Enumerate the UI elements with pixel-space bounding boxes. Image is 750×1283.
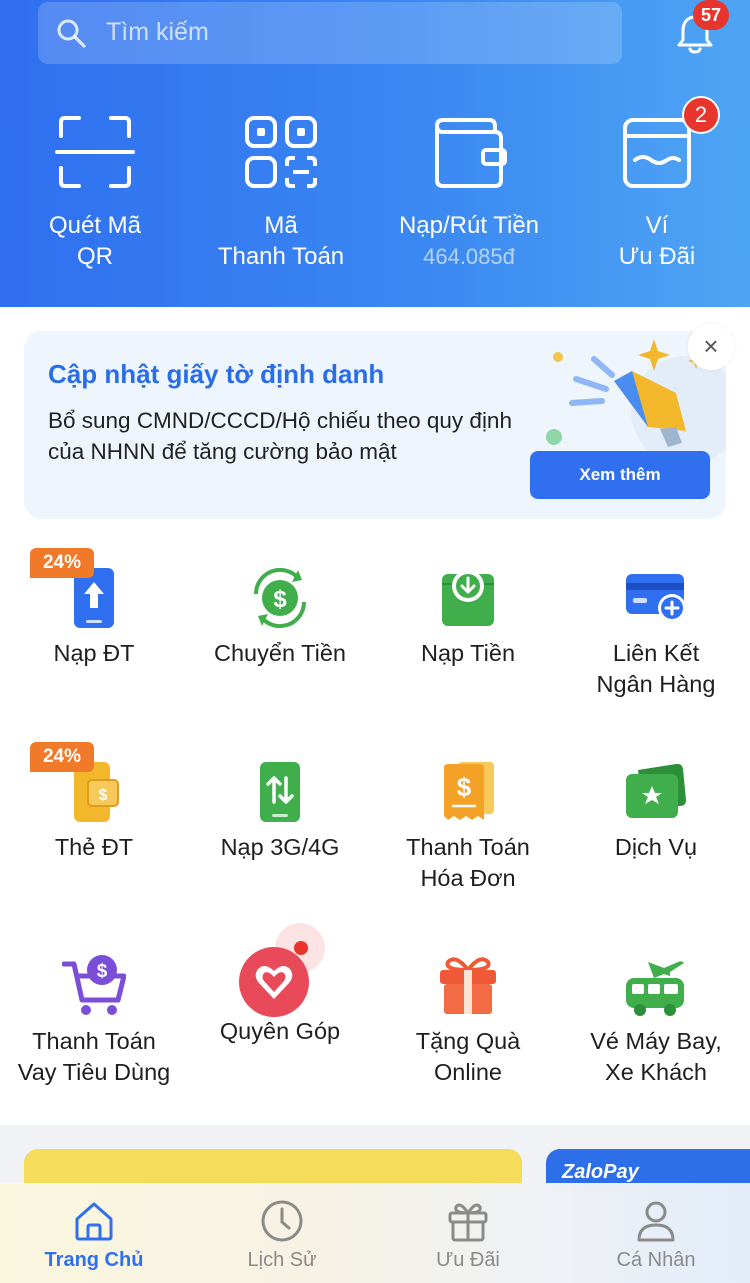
close-icon[interactable]: × — [688, 324, 734, 370]
service-bank-link[interactable]: Liên Kết Ngân Hàng — [562, 566, 750, 700]
tab-label: Trang Chủ — [44, 1249, 144, 1271]
qa-label: Quét Mã — [48, 212, 142, 239]
see-more-button[interactable]: Xem thêm — [530, 451, 710, 499]
home-screen: Tìm kiếm 57 Quét Mã QR Mã Thanh Toán Nạp… — [0, 0, 750, 1283]
donation-heart-icon — [239, 923, 325, 1017]
service-sublabel: Online — [434, 1059, 502, 1085]
gift-icon — [440, 957, 496, 1014]
bottom-nav: Trang Chủ Lịch Sử Ưu Đãi Cá Nhân — [0, 1183, 750, 1283]
service-label: Thanh Toán — [32, 1028, 156, 1054]
service-data-topup[interactable]: Nạp 3G/4G — [186, 760, 374, 863]
tab-profile[interactable]: Cá Nhân — [562, 1199, 750, 1272]
service-label: Vé Máy Bay, — [590, 1028, 722, 1054]
user-icon — [637, 1201, 675, 1242]
service-label: Chuyển Tiền — [214, 640, 346, 666]
bus-plane-icon — [626, 961, 684, 1016]
service-label: Quyên Góp — [219, 1018, 341, 1044]
bill-icon: $ — [444, 762, 494, 820]
service-sublabel: Vay Tiêu Dùng — [17, 1059, 171, 1085]
service-label: Thanh Toán — [406, 834, 530, 860]
payment-code-icon — [245, 116, 317, 188]
qr-scan-icon — [55, 116, 135, 188]
service-bill-payment[interactable]: $ Thanh Toán Hóa Đơn — [374, 760, 562, 894]
data-topup-icon — [260, 762, 300, 822]
deposit-icon — [442, 570, 494, 626]
service-sublabel: Xe Khách — [605, 1059, 707, 1085]
zalopay-logo: ZaloPay — [562, 1161, 639, 1183]
discount-tag: 24% — [30, 548, 94, 578]
wallet-icon — [435, 118, 507, 188]
service-phone-topup[interactable]: Nạp ĐT — [0, 566, 188, 669]
gift-icon — [448, 1203, 488, 1242]
tab-home[interactable]: Trang Chủ — [0, 1199, 188, 1272]
discount-tag: 24% — [30, 742, 94, 772]
svg-text:$: $ — [97, 961, 108, 982]
service-phone-card[interactable]: $ Thẻ ĐT — [0, 760, 188, 863]
voucher-badge: 2 — [682, 96, 720, 134]
service-money-transfer[interactable]: $ Chuyển Tiền — [186, 566, 374, 669]
loan-cart-icon: $ — [62, 955, 126, 1015]
header: Tìm kiếm 57 Quét Mã QR Mã Thanh Toán Nạp… — [0, 0, 750, 307]
home-icon — [75, 1202, 113, 1241]
service-label: Dịch Vụ — [614, 834, 698, 860]
banner-title: Cập nhật giấy tờ định danh — [48, 359, 385, 389]
bank-link-icon — [626, 574, 686, 622]
clock-icon — [261, 1200, 303, 1242]
search-icon — [57, 19, 86, 48]
qa-label: Nạp/Rút Tiền — [398, 212, 540, 239]
service-label: Nạp 3G/4G — [220, 834, 340, 860]
banner-description: Bổ sung CMND/CCCD/Hộ chiếu theo quy định… — [48, 408, 512, 464]
service-label: Nạp Tiền — [420, 640, 516, 666]
qa-sublabel: QR — [77, 243, 113, 270]
svg-text:$: $ — [457, 772, 472, 802]
service-deposit[interactable]: Nạp Tiền — [374, 566, 562, 669]
tab-label: Cá Nhân — [616, 1249, 696, 1271]
services-icon — [626, 763, 686, 818]
service-label: Tặng Quà — [415, 1028, 521, 1054]
notification-badge: 57 — [693, 0, 729, 30]
id-update-banner[interactable]: Cập nhật giấy tờ định danh Bổ sung CMND/… — [24, 331, 726, 519]
scan-qr-button[interactable]: Quét Mã QR — [0, 112, 190, 272]
service-loan-payment[interactable]: $ Thanh Toán Vay Tiêu Dùng — [0, 954, 188, 1088]
voucher-wallet-button[interactable]: 2 Ví Ưu Đãi — [562, 96, 750, 272]
service-gift[interactable]: Tặng Quà Online — [374, 954, 562, 1088]
svg-text:$: $ — [273, 586, 287, 613]
service-tickets[interactable]: Vé Máy Bay, Xe Khách — [562, 954, 750, 1088]
tab-label: Ưu Đãi — [436, 1249, 500, 1271]
money-transfer-icon: $ — [253, 567, 307, 629]
tab-offers[interactable]: Ưu Đãi — [374, 1199, 562, 1272]
service-more[interactable]: Dịch Vụ — [562, 760, 750, 863]
service-label: Nạp ĐT — [53, 640, 135, 666]
tab-label: Lịch Sử — [247, 1249, 317, 1271]
service-label: Liên Kết — [612, 640, 700, 666]
qa-label: Mã — [264, 212, 298, 239]
tab-history[interactable]: Lịch Sử — [188, 1199, 376, 1272]
svg-text:$: $ — [99, 787, 108, 804]
topup-withdraw-button[interactable]: Nạp/Rút Tiền 464.085đ — [374, 112, 564, 272]
service-sublabel: Hóa Đơn — [420, 865, 516, 891]
payment-code-button[interactable]: Mã Thanh Toán — [186, 112, 376, 272]
qa-sublabel: Ưu Đãi — [618, 243, 696, 270]
service-donation[interactable]: Quyên Góp — [186, 922, 374, 1047]
service-label: Thẻ ĐT — [54, 834, 134, 860]
search-placeholder: Tìm kiếm — [106, 18, 209, 46]
balance-value: 464.085đ — [423, 244, 515, 269]
qa-label: Ví — [645, 212, 669, 239]
qa-sublabel: Thanh Toán — [217, 243, 345, 270]
service-sublabel: Ngân Hàng — [596, 671, 716, 697]
